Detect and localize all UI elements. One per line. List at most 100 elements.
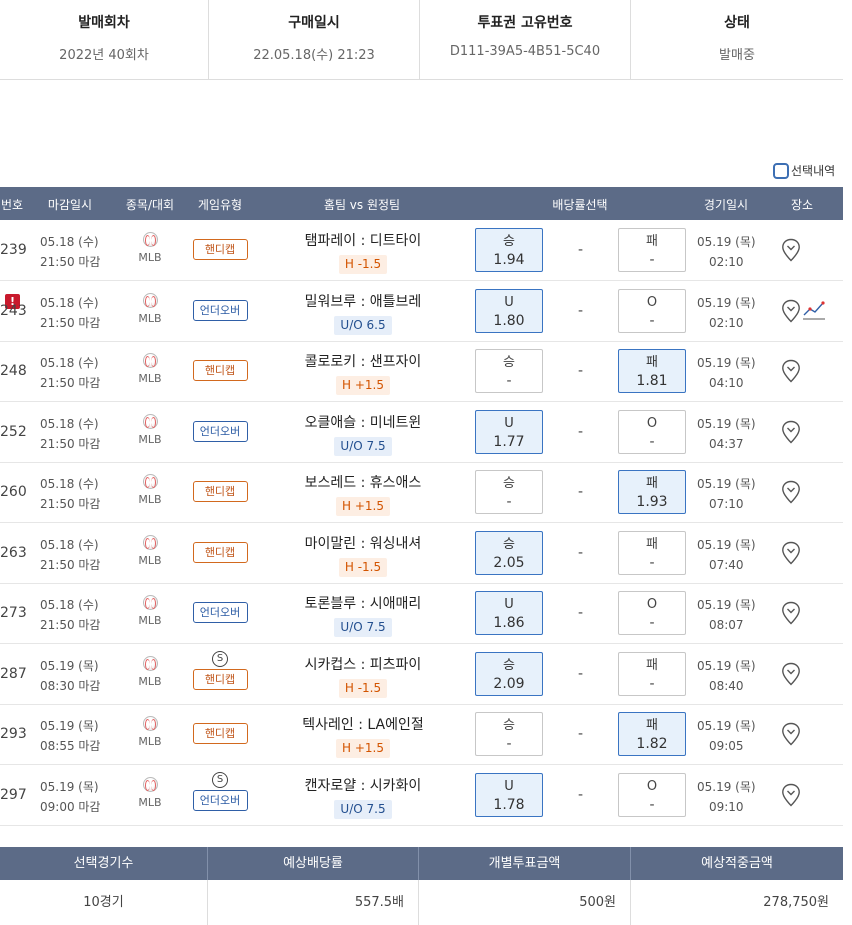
away-odds-label: O — [646, 294, 658, 310]
match-cell: 캔자로얄 : 시카화이 U/O 7.5 — [290, 775, 436, 819]
sport-cell: MLB — [136, 534, 164, 567]
home-odds-button[interactable]: 승 1.94 — [475, 228, 543, 272]
away-odds-value: - — [649, 554, 655, 571]
game-type-badge: 언더오버 — [192, 420, 248, 442]
game-datetime: 05.19 (목) 07:10 — [697, 474, 756, 514]
away-odds-value: 1.93 — [636, 494, 668, 510]
sport-cell: MLB — [136, 474, 164, 506]
home-odds-label: U — [504, 294, 514, 310]
deadline-date: 05.18 (수) — [40, 537, 99, 552]
deadline-date: 05.18 (수) — [40, 477, 99, 491]
deadline-date: 05.18 (수) — [40, 235, 99, 249]
selection-toggle[interactable]: 선택내역 — [773, 162, 835, 179]
away-odds-button[interactable]: O- — [618, 772, 686, 817]
venue-pin-icon[interactable] — [781, 299, 801, 323]
summary-header-stake: 개별투표금액 — [419, 847, 631, 880]
away-odds-button[interactable]: 패 1.81 — [618, 349, 686, 393]
league-label: MLB — [138, 493, 162, 506]
away-odds-button[interactable]: O- — [618, 288, 686, 333]
game-time: 09:05 — [708, 739, 744, 753]
special-game-icon: S — [212, 650, 228, 667]
summary-header-payout: 예상적중금액 — [701, 856, 773, 871]
game-date: 05.19 (목) — [697, 719, 756, 733]
away-odds-button[interactable]: 패- — [618, 651, 686, 696]
away-odds-button[interactable]: 패 1.93 — [618, 470, 686, 514]
game-row: 293 05.19 (목) 08:55 마감 MLB 핸디캡 텍사레인 : LA에인절 H … — [0, 704, 843, 765]
home-odds-value: - — [506, 373, 512, 389]
away-odds-button[interactable]: O- — [618, 591, 686, 635]
handicap-line: U/O 6.5 — [334, 315, 392, 335]
game-time: 02:10 — [708, 315, 744, 330]
game-date: 05.19 (목) — [697, 658, 756, 673]
home-odds-value: 1.86 — [493, 615, 525, 631]
home-odds-button[interactable]: 승- — [475, 470, 543, 514]
draw-odds: - — [578, 302, 584, 319]
col-sport-header: 종목/대회 — [125, 198, 175, 212]
selection-checkbox[interactable] — [773, 162, 789, 179]
game-type-cell: 핸디캡 — [192, 481, 248, 502]
venue-pin-icon[interactable] — [781, 541, 801, 565]
game-table-header: 번호 마감일시 종목/대회 게임유형 홈팀 vs 원정팀 배당률선택 경기일시 장소 — [0, 187, 843, 220]
venue-pin-icon[interactable] — [781, 238, 801, 262]
deadline-time: 21:50 마감 — [40, 557, 101, 572]
col-odds-select-header: 배당률선택 — [552, 198, 608, 212]
special-game-icon: S — [212, 771, 228, 788]
game-number: 297 — [0, 786, 27, 803]
game-number: 287 — [0, 665, 27, 682]
away-odds-value: 1.82 — [636, 736, 668, 752]
sport-cell: MLB — [136, 716, 164, 748]
game-number: 243 — [0, 302, 27, 319]
away-odds-label: 패 — [646, 355, 658, 370]
odds-trend-icon[interactable] — [803, 299, 825, 321]
home-odds-button[interactable]: U 1.86 — [475, 591, 543, 635]
game-type-badge: 핸디캡 — [192, 360, 248, 381]
home-odds-button[interactable]: U 1.78 — [475, 772, 543, 817]
game-datetime: 05.19 (목) 08:07 — [697, 595, 756, 635]
col-venue-header: 장소 — [790, 198, 814, 212]
home-odds-value: - — [506, 494, 512, 510]
venue-pin-icon[interactable] — [781, 662, 801, 686]
game-type-badge: 핸디캡 — [192, 668, 248, 690]
handicap-line: H +1.5 — [336, 376, 390, 395]
game-type-cell: 핸디캡 — [192, 239, 248, 260]
game-type-badge: 핸디캡 — [192, 541, 248, 563]
venue-pin-icon[interactable] — [781, 480, 801, 504]
game-type-badge: 언더오버 — [192, 789, 248, 811]
game-row: 239 05.18 (수) 21:50 마감 MLB 핸디캡 탬파레이 : 디트타이 H -… — [0, 220, 843, 281]
game-date: 05.19 (목) — [697, 537, 756, 552]
venue-pin-icon[interactable] — [781, 420, 801, 444]
venue-pin-icon[interactable] — [781, 359, 801, 383]
away-odds-button[interactable]: O- — [618, 409, 686, 454]
purchase-label: 구매일시 — [288, 15, 340, 31]
home-odds-button[interactable]: 승- — [475, 712, 543, 756]
venue-pin-icon[interactable] — [781, 601, 801, 625]
game-time: 08:07 — [708, 618, 744, 632]
handicap-line: H +1.5 — [336, 739, 390, 758]
home-odds-button[interactable]: U 1.80 — [475, 288, 543, 333]
draw-odds: - — [578, 726, 584, 742]
home-odds-button[interactable]: 승 2.09 — [475, 651, 543, 696]
home-odds-button[interactable]: U 1.77 — [475, 409, 543, 454]
home-odds-button[interactable]: 승- — [475, 349, 543, 393]
away-odds-label: 패 — [646, 536, 658, 552]
home-odds-label: 승 — [503, 234, 515, 249]
away-odds-button[interactable]: 패- — [618, 530, 686, 575]
deadline-time: 21:50 마감 — [40, 497, 101, 511]
away-odds-button[interactable]: 패- — [618, 228, 686, 272]
game-time: 07:10 — [708, 497, 744, 511]
venue-pin-icon[interactable] — [781, 722, 801, 746]
game-row: 260 05.18 (수) 21:50 마감 MLB 핸디캡 보스레드 : 휴스애스 H +… — [0, 462, 843, 523]
game-number: 260 — [0, 484, 27, 500]
summary-header-odds: 예상배당률 — [208, 847, 419, 880]
deadline-time: 21:50 마감 — [40, 436, 101, 451]
sport-cell: MLB — [136, 655, 164, 688]
match-teams: 텍사레인 : LA에인절 — [302, 717, 424, 733]
game-time: 02:10 — [708, 255, 744, 269]
deadline-date: 05.19 (목) — [40, 658, 99, 673]
col-deadline-header: 마감일시 — [47, 198, 93, 212]
venue-pin-icon[interactable] — [781, 783, 801, 807]
round-cell: 발매회차 2022년 40회차 — [0, 0, 209, 79]
away-odds-button[interactable]: 패 1.82 — [618, 712, 686, 756]
home-odds-button[interactable]: 승 2.05 — [475, 530, 543, 575]
home-odds-value: 2.05 — [493, 554, 525, 571]
